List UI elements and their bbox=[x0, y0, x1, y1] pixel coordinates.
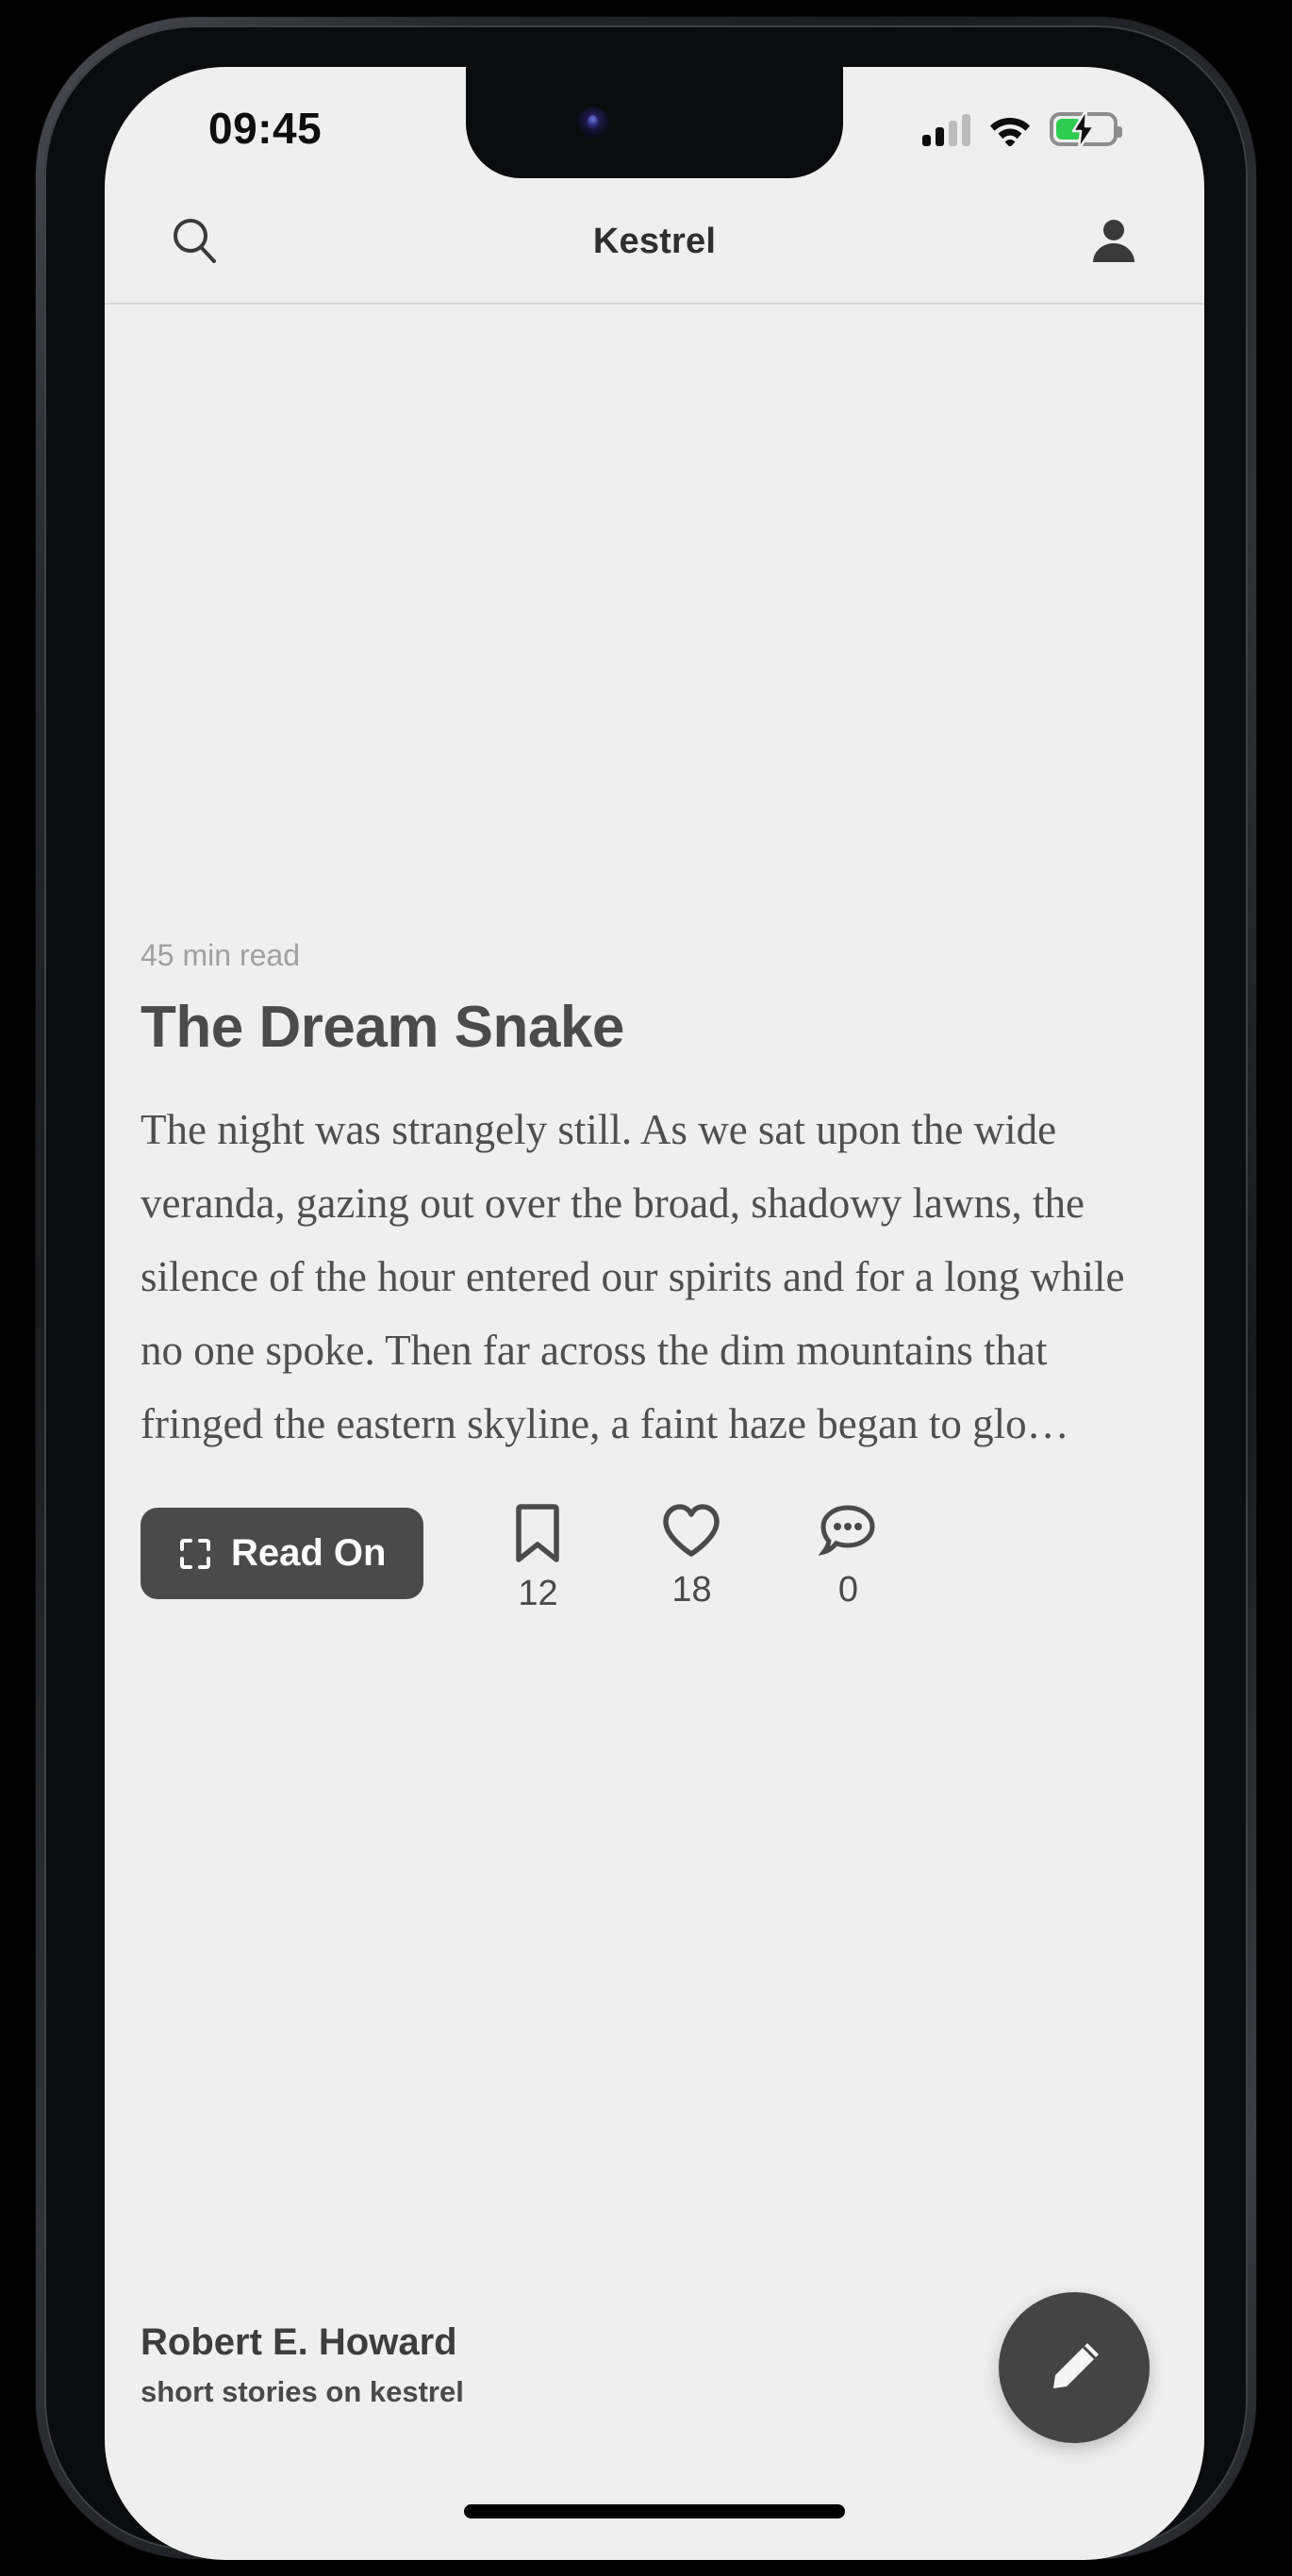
search-button[interactable] bbox=[152, 198, 239, 285]
article-title: The Dream Snake bbox=[141, 995, 624, 1060]
bookmark-stat[interactable]: 12 bbox=[510, 1502, 565, 1614]
article-excerpt: The night was strangely still. As we sat… bbox=[141, 1106, 1125, 1447]
person-icon bbox=[1093, 220, 1135, 262]
author-subtitle: short stories on kestrel bbox=[141, 2375, 464, 2408]
read-on-button[interactable]: Read On bbox=[141, 1508, 424, 1599]
phone-screen: 09:45 Kestrel 45 min read The Dream Snak… bbox=[105, 67, 1204, 2560]
read-time-label: 45 min read bbox=[141, 938, 300, 972]
status-time: 09:45 bbox=[208, 104, 323, 153]
heart-icon bbox=[663, 1504, 721, 1557]
pencil-icon bbox=[1053, 2343, 1099, 2388]
screenshot-stage: 09:45 Kestrel 45 min read The Dream Snak… bbox=[0, 0, 1292, 2576]
page-title: Kestrel bbox=[592, 221, 717, 261]
charging-bolt-icon bbox=[1071, 108, 1096, 150]
search-icon bbox=[174, 219, 216, 263]
author-footer: Robert E. Howard short stories on kestre… bbox=[141, 2321, 464, 2409]
phone-frame: 09:45 Kestrel 45 min read The Dream Snak… bbox=[36, 17, 1256, 2560]
home-indicator[interactable] bbox=[464, 2504, 845, 2518]
front-camera-icon bbox=[577, 107, 609, 139]
app-navigation-bar: Kestrel bbox=[105, 180, 1204, 305]
phone-bezel: 09:45 Kestrel 45 min read The Dream Snak… bbox=[44, 25, 1248, 2560]
comment-bubble-icon bbox=[818, 1505, 875, 1556]
bookmark-count: 12 bbox=[518, 1574, 558, 1613]
like-count: 18 bbox=[671, 1570, 712, 1610]
feed-content: 45 min read The Dream Snake The night wa… bbox=[105, 305, 1204, 2560]
profile-button[interactable] bbox=[1070, 198, 1157, 285]
comment-stat[interactable]: 0 bbox=[818, 1502, 878, 1610]
fullscreen-expand-icon bbox=[180, 1538, 210, 1569]
wifi-icon bbox=[990, 118, 1030, 146]
author-name: Robert E. Howard bbox=[141, 2321, 457, 2363]
status-indicators bbox=[922, 108, 1122, 150]
read-on-label: Read On bbox=[231, 1532, 387, 1574]
comment-count: 0 bbox=[837, 1570, 859, 1610]
like-stat[interactable]: 18 bbox=[661, 1502, 721, 1610]
article-stats: 12 18 0 bbox=[510, 1502, 878, 1614]
bookmark-icon bbox=[516, 1504, 560, 1562]
cellular-signal-icon bbox=[922, 114, 970, 146]
article-card[interactable]: 45 min read The Dream Snake The night wa… bbox=[141, 938, 1168, 1614]
battery-charging-icon bbox=[1050, 108, 1122, 150]
display-notch bbox=[466, 67, 843, 178]
compose-button[interactable] bbox=[999, 2292, 1150, 2443]
article-action-row: Read On 12 18 0 bbox=[141, 1502, 1168, 1614]
